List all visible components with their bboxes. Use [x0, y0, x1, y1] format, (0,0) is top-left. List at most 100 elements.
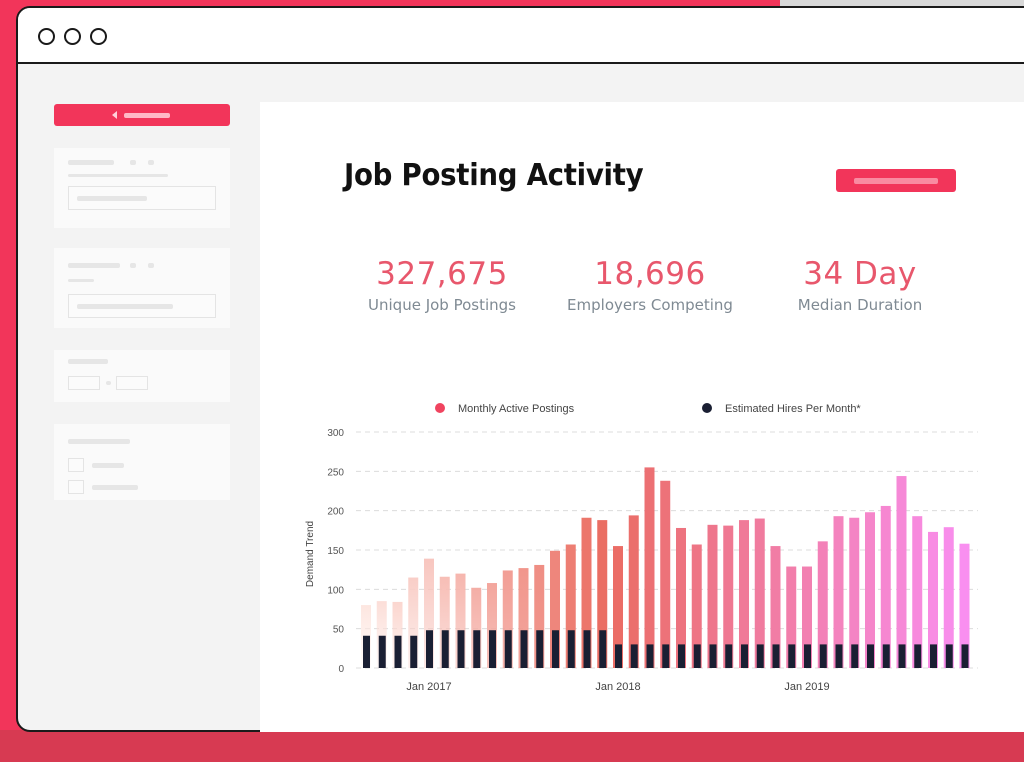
hires-bar — [583, 630, 591, 668]
stat-unique-postings: 327,675 Unique Job Postings — [352, 256, 532, 314]
window-close-dot[interactable] — [38, 28, 55, 45]
placeholder-text — [68, 160, 114, 165]
hires-bar — [615, 644, 622, 668]
hires-bar — [882, 644, 890, 668]
filter-card-3 — [54, 350, 230, 402]
y-tick-label: 100 — [327, 585, 344, 596]
hires-bar — [410, 635, 418, 668]
postings-bar — [660, 480, 671, 668]
hires-bar — [567, 630, 575, 668]
hires-bar — [898, 644, 906, 668]
postings-bar — [880, 505, 891, 668]
hires-bar — [835, 644, 843, 668]
hires-bar — [709, 644, 717, 668]
hires-bar — [520, 630, 528, 668]
hires-bar — [678, 644, 685, 668]
placeholder-text — [68, 359, 108, 364]
chart-legend: Monthly Active Postings Estimated Hires P… — [435, 403, 861, 415]
placeholder-text — [68, 263, 120, 268]
placeholder-input[interactable] — [68, 186, 216, 210]
y-axis-label: Demand Trend — [305, 521, 316, 587]
hires-bar — [945, 644, 953, 668]
placeholder-text — [92, 463, 124, 468]
y-tick-label: 200 — [327, 507, 344, 518]
x-tick-label: Jan 2017 — [406, 681, 451, 693]
button-placeholder-text — [124, 113, 170, 118]
y-tick-label: 250 — [327, 467, 344, 478]
stat-value: 327,675 — [376, 256, 508, 292]
button-placeholder-text — [854, 178, 938, 184]
placeholder-range-end[interactable] — [116, 376, 148, 390]
hires-bar — [646, 644, 654, 668]
stat-employers: 18,696 Employers Competing — [560, 256, 740, 314]
window-maximize-dot[interactable] — [90, 28, 107, 45]
hires-bar — [804, 644, 811, 668]
hires-bar — [867, 644, 874, 668]
window-minimize-dot[interactable] — [64, 28, 81, 45]
postings-bar — [644, 467, 655, 668]
hires-bar — [378, 635, 386, 668]
hires-bar — [693, 644, 701, 668]
placeholder-dot — [130, 160, 136, 165]
placeholder-checkbox[interactable] — [68, 458, 84, 472]
hires-bar — [819, 644, 827, 668]
postings-bar — [896, 476, 907, 668]
placeholder-line — [68, 279, 94, 282]
hires-bar — [504, 630, 512, 668]
sidebar-back-button[interactable] — [54, 104, 230, 126]
placeholder-input[interactable] — [68, 294, 216, 318]
stat-label: Unique Job Postings — [368, 296, 516, 314]
y-tick-label: 150 — [327, 546, 344, 557]
x-tick-label: Jan 2018 — [595, 681, 640, 693]
placeholder-dot — [130, 263, 136, 268]
hires-bar — [536, 630, 544, 668]
stat-label: Employers Competing — [567, 296, 733, 314]
hires-bar — [473, 630, 481, 668]
hires-bar — [756, 644, 764, 668]
action-button[interactable] — [836, 169, 956, 192]
stat-value: 34 Day — [803, 256, 917, 292]
legend-swatch — [702, 403, 712, 413]
hires-bar — [630, 644, 638, 668]
hires-bar — [930, 644, 937, 668]
placeholder-range-start[interactable] — [68, 376, 100, 390]
placeholder-checkbox[interactable] — [68, 480, 84, 494]
hires-bar — [961, 644, 969, 668]
hires-bar — [441, 630, 449, 668]
hires-bar — [725, 644, 733, 668]
y-tick-label: 50 — [333, 625, 345, 636]
placeholder-text — [68, 439, 130, 444]
stat-value: 18,696 — [594, 256, 706, 292]
hires-bar — [662, 644, 670, 668]
hires-bar — [851, 644, 859, 668]
background-band — [0, 730, 1024, 762]
chevron-left-icon — [112, 111, 117, 119]
hires-bar — [394, 635, 402, 668]
legend-label: Estimated Hires Per Month* — [725, 403, 861, 415]
hires-bar — [914, 644, 922, 668]
placeholder-text — [92, 485, 138, 490]
placeholder-dot — [148, 160, 154, 165]
hires-bar — [489, 630, 496, 668]
placeholder-text — [77, 304, 173, 309]
legend-label: Monthly Active Postings — [458, 403, 575, 415]
placeholder-separator — [106, 381, 111, 385]
hires-bar — [426, 630, 433, 668]
x-tick-label: Jan 2019 — [784, 681, 829, 693]
demand-trend-chart: 0 50 100 150 200 250 300 Demand Trend Jan 2017 Ja… — [305, 403, 978, 693]
chart-bars — [361, 467, 970, 668]
filter-card-2 — [54, 248, 230, 328]
y-tick-label: 0 — [338, 664, 344, 675]
hires-bar — [457, 630, 465, 668]
hires-bar — [552, 630, 559, 668]
placeholder-dot — [148, 263, 154, 268]
legend-swatch — [435, 403, 445, 413]
placeholder-line — [68, 174, 168, 177]
hires-bar — [788, 644, 796, 668]
y-tick-label: 300 — [327, 428, 344, 439]
filter-card-1 — [54, 148, 230, 228]
window-titlebar — [18, 8, 1024, 64]
hires-bar — [772, 644, 780, 668]
placeholder-text — [77, 196, 147, 201]
page-title: Job Posting Activity — [344, 158, 644, 193]
